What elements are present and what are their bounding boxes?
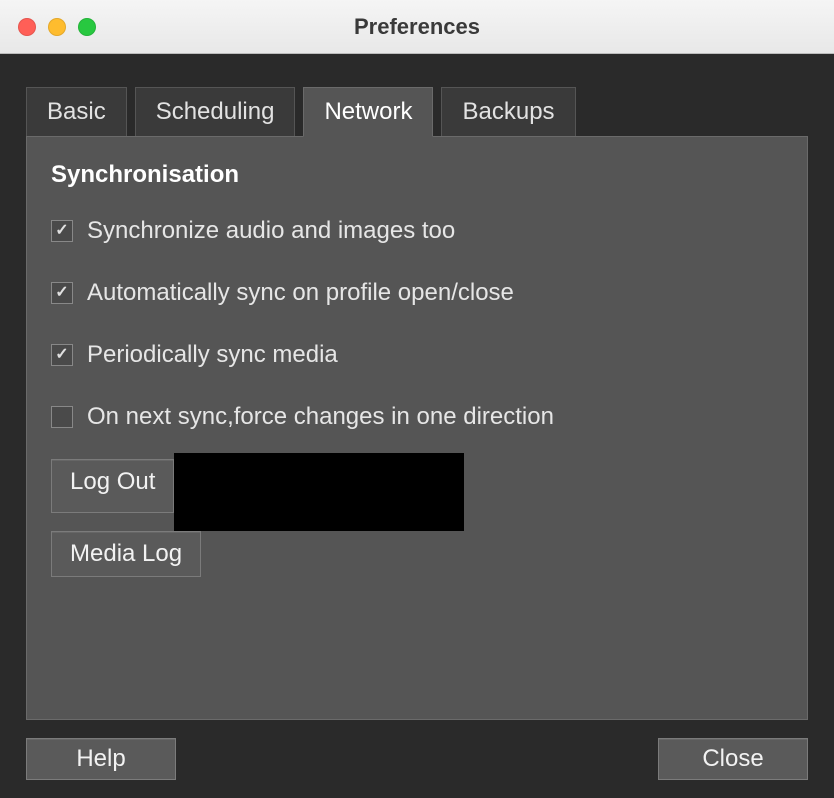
redacted-account-info: [174, 453, 464, 531]
tab-scheduling[interactable]: Scheduling: [135, 87, 296, 137]
sync-media-label: Synchronize audio and images too: [87, 217, 455, 245]
close-button[interactable]: Close: [658, 738, 808, 780]
window-title: Preferences: [354, 14, 480, 40]
network-panel: Synchronisation Synchronize audio and im…: [26, 136, 808, 720]
checkbox-row-auto-sync: Automatically sync on profile open/close: [51, 279, 783, 307]
zoom-window-button[interactable]: [78, 18, 96, 36]
titlebar: Preferences: [0, 0, 834, 54]
periodic-media-checkbox[interactable]: [51, 344, 73, 366]
checkbox-row-periodic-media: Periodically sync media: [51, 341, 783, 369]
force-changes-label: On next sync,force changes in one direct…: [87, 403, 554, 431]
help-button[interactable]: Help: [26, 738, 176, 780]
auto-sync-checkbox[interactable]: [51, 282, 73, 304]
checkbox-row-sync-media: Synchronize audio and images too: [51, 217, 783, 245]
minimize-window-button[interactable]: [48, 18, 66, 36]
sync-media-checkbox[interactable]: [51, 220, 73, 242]
auto-sync-label: Automatically sync on profile open/close: [87, 279, 514, 307]
close-window-button[interactable]: [18, 18, 36, 36]
tabs: Basic Scheduling Network Backups: [26, 86, 808, 136]
traffic-lights: [0, 18, 96, 36]
workspace: Basic Scheduling Network Backups Synchro…: [0, 54, 834, 798]
checkbox-row-force-changes: On next sync,force changes in one direct…: [51, 403, 783, 431]
logout-button[interactable]: Log Out: [51, 459, 174, 513]
footer: Help Close: [26, 738, 808, 780]
periodic-media-label: Periodically sync media: [87, 341, 338, 369]
logout-row: Log Out: [51, 459, 783, 531]
force-changes-checkbox[interactable]: [51, 406, 73, 428]
tab-backups[interactable]: Backups: [441, 87, 575, 137]
tab-network[interactable]: Network: [303, 87, 433, 137]
media-log-button[interactable]: Media Log: [51, 531, 201, 577]
section-title: Synchronisation: [51, 161, 783, 189]
tab-basic[interactable]: Basic: [26, 87, 127, 137]
